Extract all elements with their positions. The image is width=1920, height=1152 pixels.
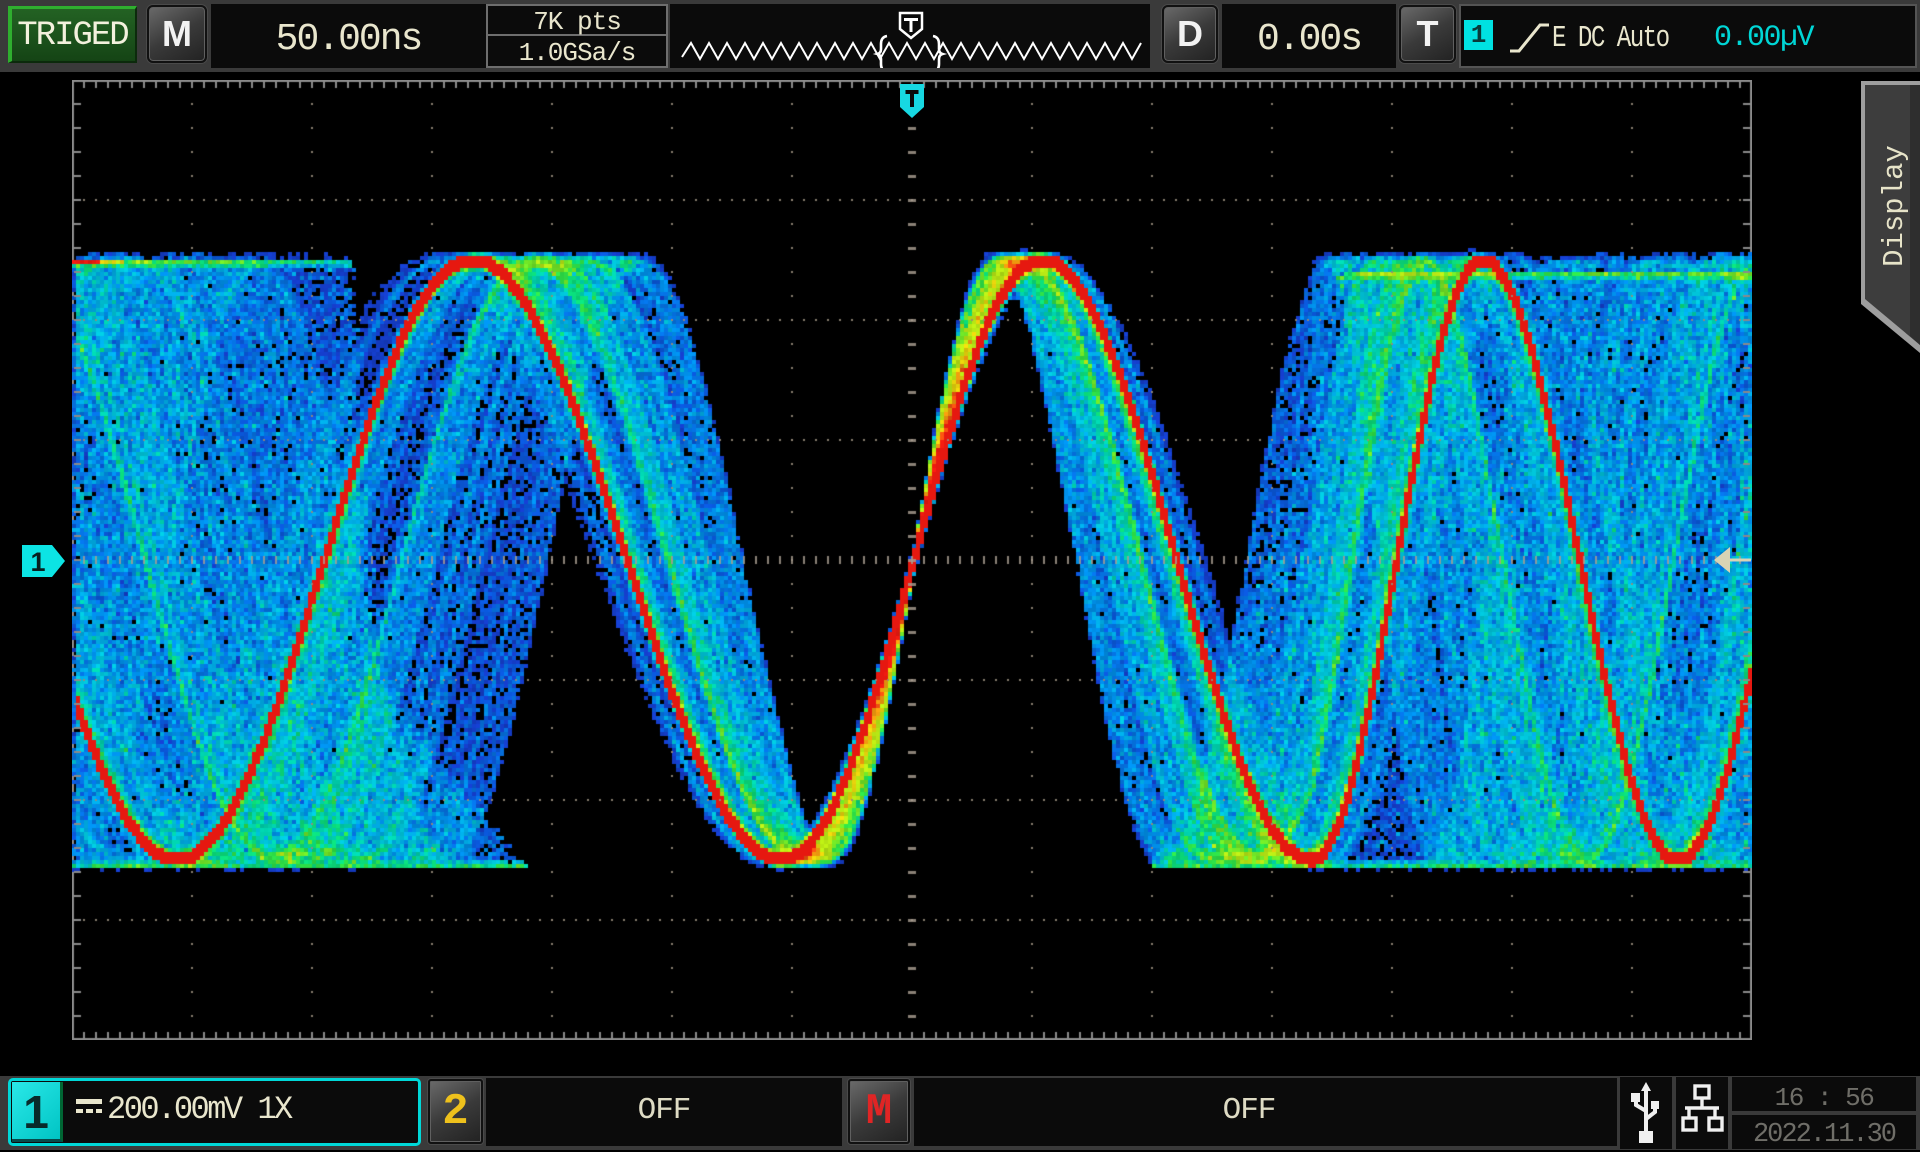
svg-text:Display: Display	[1878, 145, 1911, 267]
svg-text:1: 1	[30, 547, 45, 577]
